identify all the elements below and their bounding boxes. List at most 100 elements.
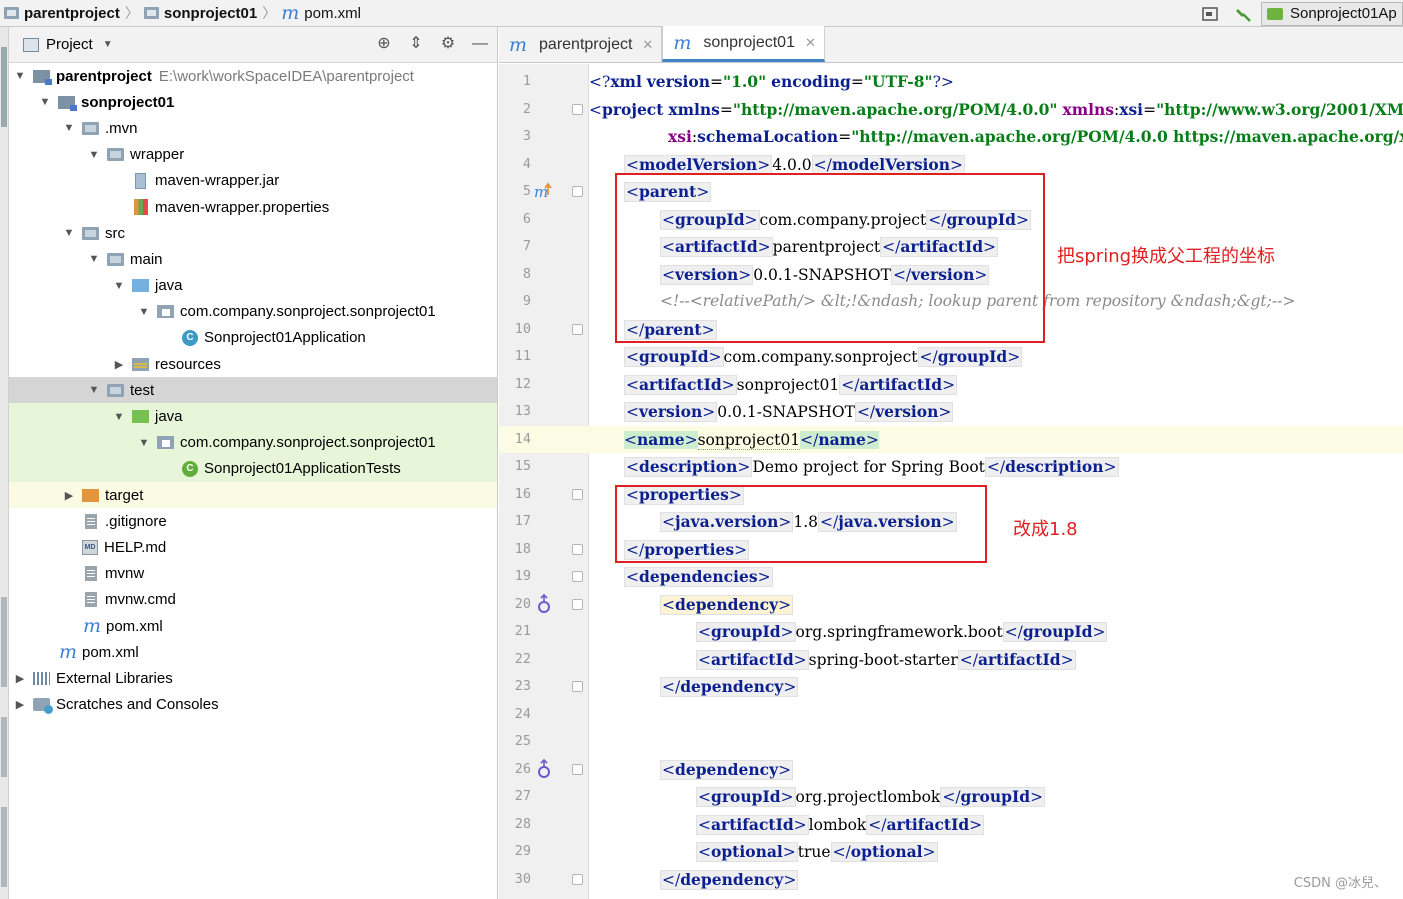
expand-arrow-icon[interactable]: ▼ <box>62 227 76 239</box>
dependency-navigate-icon[interactable] <box>535 593 555 614</box>
code-line: 23 </dependency> <box>499 673 1403 701</box>
fold-marker-icon[interactable] <box>572 186 583 197</box>
xml-encoding-value: "UTF-8" <box>863 72 933 91</box>
code-line: 30 </dependency> <box>499 866 1403 894</box>
tree-item-label: Sonproject01ApplicationTests <box>204 460 401 478</box>
web-tool-button[interactable] <box>1 717 7 777</box>
breadcrumb-sonproject01[interactable]: sonproject01 <box>140 0 261 27</box>
locate-file-icon[interactable]: ⊕ <box>375 35 393 53</box>
chevron-right-icon: 〉 <box>124 5 139 21</box>
navigation-bar: parentproject 〉 sonproject01 〉 m pom.xml… <box>0 0 1403 27</box>
fold-marker-icon[interactable] <box>572 103 583 115</box>
tree-item-sonproject01applicationtests[interactable]: C Sonproject01ApplicationTests <box>9 455 497 482</box>
collapse-arrow-icon[interactable]: ▶ <box>13 672 27 685</box>
tree-item-gitignore[interactable]: .gitignore <box>9 508 497 534</box>
tree-item-parent-pom-xml[interactable]: m pom.xml <box>9 639 497 665</box>
code-line: 21 <groupId> org.springframework.boot </gr… <box>499 618 1403 646</box>
tree-item-label: mvnw <box>105 565 145 583</box>
favorites-tool-button[interactable] <box>1 597 7 687</box>
tree-item-label: .mvn <box>105 119 138 137</box>
chevron-down-icon[interactable]: ▼ <box>103 39 113 50</box>
tree-item-sonproject01application[interactable]: C Sonproject01Application <box>9 325 497 351</box>
fold-marker-icon[interactable] <box>572 543 583 555</box>
tree-item-sonproject01[interactable]: ▼ sonproject01 <box>9 89 497 115</box>
fold-marker-icon[interactable] <box>572 681 583 692</box>
line-number: 15 <box>514 458 531 474</box>
dependency-navigate-icon[interactable] <box>535 758 555 779</box>
tree-item-test-java[interactable]: ▼ java <box>9 403 497 430</box>
code-text: <name>sonproject01</name> <box>624 429 879 450</box>
structure-tool-button[interactable] <box>1 807 7 887</box>
gear-icon[interactable]: ⚙ <box>439 35 457 53</box>
code-text: <?xml version="1.0" encoding="UTF-8"?> <box>589 72 954 91</box>
code-line: 27 <groupId> org.projectlombok </groupId> <box>499 783 1403 811</box>
tree-item-src[interactable]: ▼ src <box>9 220 497 246</box>
tree-item-parentproject[interactable]: ▼ parentproject E:\work\workSpaceIDEA\pa… <box>9 63 497 89</box>
breadcrumb-pom-xml[interactable]: m pom.xml <box>277 0 365 27</box>
run-config-label: Sonproject01Ap <box>1290 5 1397 22</box>
tree-item-target[interactable]: ▶ target <box>9 482 497 509</box>
tab-sonproject01-pom[interactable]: m sonproject01 ✕ <box>662 26 825 62</box>
fold-marker-icon[interactable] <box>572 571 583 582</box>
tree-item-main-package[interactable]: ▼ com.company.sonproject.sonproject01 <box>9 299 497 325</box>
tree-item-main-java[interactable]: ▼ java <box>9 273 497 299</box>
collapse-all-icon[interactable]: ⇕ <box>407 35 425 53</box>
build-hammer-icon[interactable] <box>1235 5 1253 23</box>
expand-arrow-icon[interactable]: ▼ <box>87 384 101 396</box>
tree-item-mvnw[interactable]: mvnw <box>9 561 497 587</box>
tree-item-test[interactable]: ▼ test <box>9 377 497 404</box>
fold-marker-icon[interactable] <box>572 488 583 500</box>
project-tool-button[interactable] <box>1 47 7 127</box>
tree-item-label: pom.xml <box>106 617 163 635</box>
code-editor[interactable]: 1 <?xml version="1.0" encoding="UTF-8"?>… <box>499 64 1403 899</box>
overrides-parent-icon[interactable]: m <box>533 181 553 201</box>
collapse-arrow-icon[interactable]: ▶ <box>13 698 27 711</box>
project-panel-header: Project ▼ ⊕ ⇕ ⚙ — <box>9 27 497 63</box>
tree-item-wrapper[interactable]: ▼ wrapper <box>9 142 497 168</box>
expand-arrow-icon[interactable]: ▼ <box>112 411 126 423</box>
maven-file-icon: m <box>58 641 78 664</box>
expand-arrow-icon[interactable]: ▼ <box>87 253 101 265</box>
project-structure-icon[interactable] <box>1201 5 1219 23</box>
code-text: <dependency> <box>660 594 794 615</box>
tree-item-test-package[interactable]: ▼ com.company.sonproject.sonproject01 <box>9 429 497 456</box>
minimize-icon[interactable]: — <box>471 35 489 53</box>
tree-item-help-md[interactable]: MD HELP.md <box>9 534 497 560</box>
tree-item-maven-wrapper-jar[interactable]: maven-wrapper.jar <box>9 168 497 194</box>
expand-arrow-icon[interactable]: ▼ <box>137 306 151 318</box>
tree-item-scratches[interactable]: ▶ Scratches and Consoles <box>9 692 497 718</box>
breadcrumb-parentproject[interactable]: parentproject <box>0 0 124 27</box>
expand-arrow-icon[interactable]: ▼ <box>87 149 101 161</box>
expand-arrow-icon[interactable]: ▼ <box>13 70 27 82</box>
maven-file-icon: m <box>509 33 528 56</box>
expand-arrow-icon[interactable]: ▼ <box>38 96 52 108</box>
project-view-selector[interactable]: Project <box>46 36 93 53</box>
expand-arrow-icon[interactable]: ▼ <box>137 437 151 449</box>
tree-item-main[interactable]: ▼ main <box>9 246 497 272</box>
tree-item-resources[interactable]: ▶ resources <box>9 351 497 377</box>
tree-item-label: .gitignore <box>105 512 167 530</box>
fold-marker-icon[interactable] <box>572 323 583 335</box>
fold-marker-icon[interactable] <box>572 598 583 610</box>
expand-arrow-icon[interactable]: ▼ <box>112 280 126 292</box>
line-number: 30 <box>514 870 531 887</box>
line-number: 20 <box>514 595 531 612</box>
tree-item-mvn[interactable]: ▼ .mvn <box>9 115 497 141</box>
run-configuration-selector[interactable]: Sonproject01Ap <box>1261 1 1403 26</box>
close-icon[interactable]: ✕ <box>642 37 653 53</box>
collapse-arrow-icon[interactable]: ▶ <box>112 358 126 371</box>
close-icon[interactable]: ✕ <box>805 35 816 51</box>
tree-item-son-pom-xml[interactable]: m pom.xml <box>9 613 497 639</box>
fold-marker-icon[interactable] <box>572 873 583 885</box>
module-folder-icon <box>143 7 159 19</box>
maven-file-icon: m <box>673 31 692 54</box>
tab-parentproject-pom[interactable]: m parentproject ✕ <box>499 27 663 62</box>
line-number: 22 <box>514 650 531 667</box>
collapse-arrow-icon[interactable]: ▶ <box>62 489 76 502</box>
tree-item-maven-wrapper-properties[interactable]: maven-wrapper.properties <box>9 194 497 220</box>
tree-item-external-libraries[interactable]: ▶ External Libraries <box>9 665 497 691</box>
fold-marker-icon[interactable] <box>572 763 583 775</box>
tree-item-mvnw-cmd[interactable]: mvnw.cmd <box>9 587 497 613</box>
java-version-annotation: 改成1.8 <box>1013 519 1078 540</box>
expand-arrow-icon[interactable]: ▼ <box>62 122 76 134</box>
